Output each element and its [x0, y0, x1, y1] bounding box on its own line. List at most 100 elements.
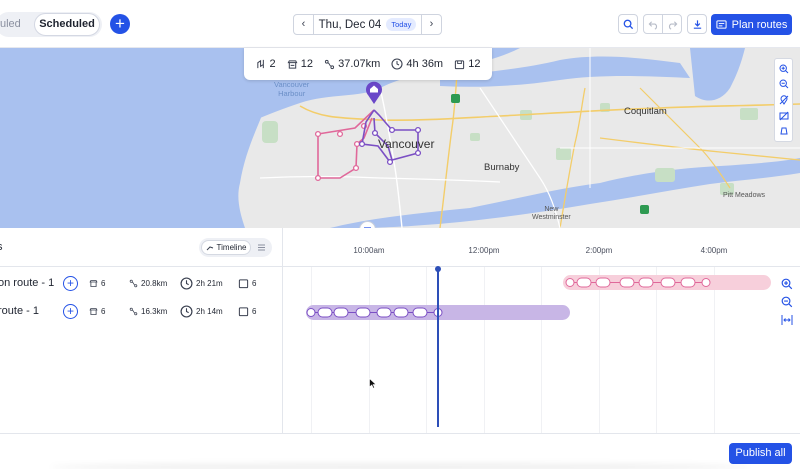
box-icon	[455, 59, 465, 69]
label-vancouver: Vancouver	[378, 137, 435, 151]
timeline-icon	[206, 245, 213, 250]
store-icon	[287, 59, 298, 69]
redo-icon	[668, 20, 677, 30]
store-icon	[89, 279, 98, 287]
hide-area-button[interactable]	[778, 110, 790, 122]
hour-label: 10:00am	[353, 246, 385, 255]
bottom-shadow	[50, 463, 750, 469]
route-row[interactable]: on route - 1 + 6 20.8km 2h 21m 6	[0, 272, 283, 294]
label-coquitlam: Coquitlam	[624, 106, 667, 117]
gridline	[656, 267, 657, 433]
stat-stops-value: 12	[300, 58, 314, 70]
routes-timeline: s Timeline 10:00am 12:00pm 2:00pm 4:00pm…	[0, 228, 800, 433]
undo-button[interactable]	[643, 14, 663, 34]
timeline-zoom-out-button[interactable]	[780, 295, 794, 309]
previous-day-button[interactable]: ‹	[294, 15, 314, 34]
search-button[interactable]	[618, 14, 638, 34]
stat-duration-value: 4h 36m	[406, 58, 444, 70]
route-orders: 6	[238, 306, 256, 317]
zoom-in-map-button[interactable]	[778, 63, 790, 75]
current-time-line	[437, 268, 439, 427]
add-button[interactable]: +	[110, 14, 130, 34]
route-orders-value: 6	[252, 278, 257, 288]
tab-unscheduled[interactable]: uled	[0, 18, 21, 30]
route-name[interactable]: route - 1	[0, 305, 39, 317]
distance-icon	[325, 59, 335, 69]
route-bar-stops	[565, 277, 711, 288]
plan-routes-label: Plan routes	[731, 18, 788, 31]
timeline-zoom-tools	[779, 277, 795, 327]
route-orders-value: 6	[252, 306, 257, 316]
route-stops: 6	[89, 307, 105, 316]
zoom-out-icon	[781, 296, 793, 308]
schedule-segmented-control: uled Scheduled	[0, 12, 102, 37]
route-stops-value: 6	[101, 278, 106, 288]
stat-routes: 2	[256, 58, 276, 70]
route-duration: 2h 14m	[180, 304, 223, 318]
route-summary-stats: 2 12 37.07km 4h 36m 12	[244, 48, 492, 80]
redo-button[interactable]	[662, 14, 682, 34]
area-off-icon	[779, 111, 788, 120]
label-vancouver-harbour: Vancouver Harbour	[274, 80, 310, 98]
route-name[interactable]: on route - 1	[0, 277, 54, 289]
route-stops: 6	[89, 279, 105, 288]
timeline-title: s	[0, 241, 3, 253]
add-stop-button[interactable]: +	[63, 275, 78, 291]
list-icon	[258, 244, 265, 251]
list-view-button[interactable]	[256, 242, 267, 253]
hide-pins-button[interactable]	[778, 94, 790, 106]
hour-label: 4:00pm	[700, 246, 728, 255]
clock-icon	[180, 304, 193, 318]
plan-routes-button[interactable]: Plan routes	[711, 14, 792, 35]
route-icon	[256, 59, 264, 68]
zoom-out-map-button[interactable]	[778, 78, 790, 90]
top-toolbar: uled Scheduled + ‹ Thu, Dec 04 Today › P…	[0, 0, 800, 48]
distance-icon	[129, 307, 138, 315]
depot-home-pin[interactable]	[364, 79, 384, 108]
undo-icon	[648, 20, 657, 30]
date-label: Thu, Dec 04	[318, 18, 382, 31]
timeline-view-label: Timeline	[216, 243, 247, 252]
gridline	[714, 267, 715, 433]
box-icon	[238, 278, 249, 288]
map-tools	[774, 58, 793, 142]
next-day-button[interactable]: ›	[421, 15, 441, 34]
download-button[interactable]	[687, 14, 707, 34]
zoom-in-icon	[781, 278, 793, 290]
gridline	[599, 267, 600, 433]
add-stop-button[interactable]: +	[63, 303, 78, 319]
stat-stops: 12	[287, 58, 313, 70]
route-distance-value: 20.8km	[141, 278, 168, 288]
search-icon	[623, 19, 633, 29]
today-badge[interactable]: Today	[386, 18, 417, 31]
gridline	[311, 267, 312, 433]
zoom-out-icon	[778, 79, 788, 89]
route-bar-pink[interactable]	[563, 275, 771, 290]
gridline	[369, 267, 370, 433]
route-stops-value: 6	[101, 306, 106, 316]
stat-duration: 4h 36m	[391, 58, 443, 70]
publish-all-button[interactable]: Publish all	[729, 443, 792, 464]
route-row[interactable]: route - 1 + 6 16.3km 2h 14m 6	[0, 300, 283, 322]
download-icon	[693, 19, 701, 29]
view-toggle: Timeline	[199, 238, 272, 257]
date-picker: ‹ Thu, Dec 04 Today ›	[293, 14, 442, 35]
timeline-zoom-in-button[interactable]	[780, 277, 794, 291]
mouse-cursor	[369, 377, 377, 392]
current-date[interactable]: Thu, Dec 04 Today	[314, 18, 421, 31]
route-distance-value: 16.3km	[141, 306, 168, 316]
timeline-view-button[interactable]: Timeline	[201, 240, 251, 255]
route-list-panel: s Timeline	[0, 228, 283, 433]
home-icon	[366, 81, 382, 104]
fit-width-icon	[781, 315, 793, 325]
route-distance: 20.8km	[129, 279, 167, 288]
label-burnaby: Burnaby	[484, 162, 520, 173]
timeline-fit-button[interactable]	[780, 313, 794, 327]
label-pitt-meadows: Pitt Meadows	[723, 192, 766, 199]
gridline	[484, 267, 485, 433]
stat-orders-value: 12	[468, 58, 481, 70]
gridline	[426, 267, 427, 433]
stat-routes-value: 2	[269, 58, 276, 70]
draw-zone-button[interactable]	[778, 125, 790, 137]
tab-scheduled[interactable]: Scheduled	[34, 13, 100, 36]
